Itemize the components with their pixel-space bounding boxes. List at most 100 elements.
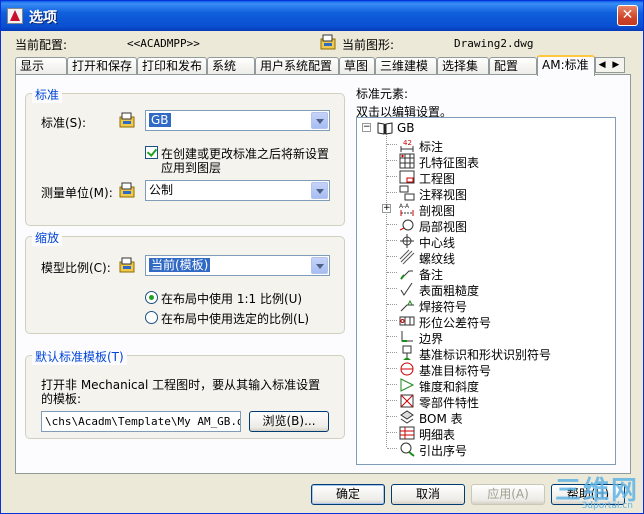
tree-item-label: 锥度和斜度 xyxy=(419,380,480,394)
bom-icon xyxy=(400,410,414,424)
tree-connector xyxy=(387,256,397,257)
tree-connector xyxy=(387,336,397,337)
standard-label: 标准(S): xyxy=(41,116,87,130)
radio-layout-1to1[interactable] xyxy=(145,291,158,304)
taper-slope-icon xyxy=(400,378,415,392)
template-path-input[interactable]: \chs\Acadm\Template\My AM_GB.dwt xyxy=(41,411,241,432)
title-bar[interactable]: 选项 ✕ xyxy=(1,1,643,31)
root-collapse-toggle[interactable]: − xyxy=(362,123,371,132)
model-scale-select[interactable]: 当前(模板) xyxy=(145,255,330,276)
tree-connector xyxy=(387,176,397,177)
tree-item-label: 边界 xyxy=(419,332,444,346)
hole-chart-icon xyxy=(399,153,415,169)
svg-text:A-A: A-A xyxy=(399,203,410,210)
tab-plot-publish[interactable]: 打印和发布 xyxy=(137,57,207,75)
annotation-view-icon xyxy=(399,185,415,201)
radio-layout-1to1-label: 在布局中使用 1:1 比例(U) xyxy=(161,292,303,306)
section-view-icon: A-A xyxy=(399,203,414,216)
tree-item-label: 零部件特性 xyxy=(419,396,480,410)
tree-item-label: 明细表 xyxy=(419,428,456,442)
template-description-line1: 打开非 Mechanical 工程图时，要从其输入标准设置 xyxy=(41,378,321,392)
template-group: 默认标准模板(T) 打开非 Mechanical 工程图时，要从其输入标准设置 … xyxy=(25,348,345,439)
drawing-file-icon xyxy=(320,34,336,50)
tree-item-label: 中心线 xyxy=(419,236,456,250)
drawing-icon xyxy=(399,170,415,184)
chevron-down-icon[interactable] xyxy=(311,182,328,199)
tab-3d-modeling[interactable]: 三维建模 xyxy=(375,57,437,75)
options-dialog: 选项 ✕ 当前配置: <<ACADMPP>> 当前图形: Drawing2.dw… xyxy=(0,0,644,514)
tree-connector xyxy=(387,192,397,193)
balloon-icon xyxy=(400,442,415,457)
radio-layout-selected-label: 在布局中使用选定的比例(L) xyxy=(161,312,310,326)
tab-system[interactable]: 系统 xyxy=(207,57,255,75)
tab-profiles[interactable]: 配置 xyxy=(489,57,537,75)
surface-texture-icon xyxy=(400,282,413,296)
units-label: 测量单位(M): xyxy=(41,186,113,200)
current-drawing-label: 当前图形: xyxy=(342,38,395,52)
tree-item-label: 孔特征图表 xyxy=(419,156,480,170)
standard-elements-label: 标准元素: xyxy=(356,87,409,101)
model-scale-select-value: 当前(模板) xyxy=(149,258,211,272)
tree-item-label: 工程图 xyxy=(419,172,456,186)
chevron-down-icon[interactable] xyxy=(311,257,328,274)
tolerance-icon xyxy=(399,316,415,326)
chevron-down-icon[interactable] xyxy=(311,112,328,129)
tab-am-standards[interactable]: AM:标准 xyxy=(537,55,595,76)
datum-target-icon xyxy=(400,362,414,376)
tree-connector xyxy=(387,400,397,401)
autocad-logo-icon xyxy=(7,8,23,24)
update-layers-label-line2: 应用到图层 xyxy=(161,161,222,175)
datum-identifier-icon xyxy=(402,345,412,360)
ok-button[interactable]: 确定 xyxy=(311,484,385,505)
tree-connector xyxy=(387,320,397,321)
tab-open-save[interactable]: 打开和保存 xyxy=(67,57,137,75)
part-property-icon xyxy=(400,394,414,408)
model-scale-icon xyxy=(119,257,135,273)
template-group-title: 默认标准模板(T) xyxy=(32,348,127,365)
radio-layout-selected[interactable] xyxy=(145,311,158,324)
tree-item-label: 备注 xyxy=(419,268,444,282)
weld-symbol-icon xyxy=(400,299,414,312)
tab-user-preferences[interactable]: 用户系统配置 xyxy=(255,57,339,75)
tree-connector xyxy=(387,288,397,289)
tree-connector xyxy=(387,160,397,161)
tab-selection[interactable]: 选择集 xyxy=(437,57,489,75)
window-title: 选项 xyxy=(29,10,57,26)
tab-strip: 显示 打开和保存 打印和发布 系统 用户系统配置 草图 三维建模 选择集 配置 … xyxy=(15,55,625,76)
cancel-button[interactable]: 取消 xyxy=(391,484,465,505)
browse-button[interactable]: 浏览(B)... xyxy=(249,411,329,432)
units-select[interactable]: 公制 xyxy=(145,180,330,201)
standard-select[interactable]: GB xyxy=(145,110,330,131)
tree-item-label: 引出序号 xyxy=(419,444,468,458)
tab-drafting[interactable]: 草图 xyxy=(339,57,375,75)
tree-connector xyxy=(387,272,397,273)
tree-item-label: 基准目标符号 xyxy=(419,364,492,378)
tab-display[interactable]: 显示 xyxy=(15,57,67,75)
book-icon xyxy=(377,122,393,135)
site-watermark-url: 3dportal.cn xyxy=(581,501,633,511)
centerline-icon xyxy=(400,234,414,248)
tab-page-am-standards: 标准 标准(S): GB 在创建或更改标准之后将新设置 应用到图层 测量单位(M… xyxy=(15,74,631,474)
tree-root-label: GB xyxy=(397,121,415,135)
section-view-expand-toggle[interactable]: + xyxy=(382,204,391,213)
standard-elements-tree[interactable]: − GB 42 标注 孔特征图表 工程图 注释视图 + A-A 剖视图 局部视图… xyxy=(356,117,616,465)
standard-icon xyxy=(119,112,135,128)
edge-icon xyxy=(401,331,413,342)
standard-group-title: 标准 xyxy=(32,86,63,103)
current-drawing-value: Drawing2.dwg xyxy=(454,37,534,50)
apply-button[interactable]: 应用(A) xyxy=(471,484,545,505)
tab-scroll-arrows[interactable]: ◀ ▶ xyxy=(595,57,625,73)
tree-item-label: 焊接符号 xyxy=(419,300,468,314)
dimension-icon: 42 xyxy=(400,139,414,152)
tree-item-label: BOM 表 xyxy=(419,412,463,426)
units-icon xyxy=(119,182,135,198)
standard-select-value: GB xyxy=(149,113,171,127)
close-button[interactable]: ✕ xyxy=(617,5,638,26)
tree-connector xyxy=(387,144,397,145)
model-scale-label: 模型比例(C): xyxy=(41,261,111,275)
tree-connector xyxy=(387,352,397,353)
update-layers-checkbox[interactable] xyxy=(145,146,158,159)
tree-connector xyxy=(387,368,397,369)
tree-connector xyxy=(387,224,397,225)
tree-item-label: 局部视图 xyxy=(419,220,468,234)
